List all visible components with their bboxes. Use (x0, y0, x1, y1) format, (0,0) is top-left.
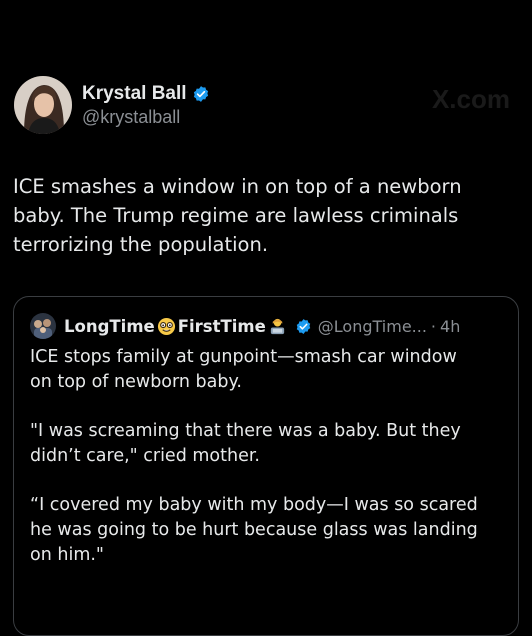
tweet-author[interactable]: Krystal Ball @krystalball (14, 76, 210, 134)
quote-display-name[interactable]: LongTime FirstTime (64, 317, 289, 336)
quote-separator: · (430, 316, 437, 336)
quote-name-part-2: FirstTime (177, 316, 266, 336)
nerd-face-emoji-icon (157, 317, 176, 336)
quote-tweet-card[interactable]: LongTime FirstTime @LongTime... · 4h ICE… (13, 296, 519, 636)
watermark: X.com (431, 84, 510, 114)
quote-body: ICE stops family at gunpoint—smash car w… (30, 345, 510, 592)
quote-timestamp[interactable]: 4h (440, 317, 460, 336)
quote-header: LongTime FirstTime @LongTime... · 4h (30, 313, 460, 339)
tweet-text: ICE smashes a window in on top of a newb… (13, 175, 462, 256)
quote-handle[interactable]: @LongTime... (318, 317, 427, 336)
verified-badge-icon (295, 318, 312, 335)
display-name[interactable]: Krystal Ball (82, 83, 187, 105)
technologist-emoji-icon (268, 317, 287, 336)
avatar[interactable] (14, 76, 72, 134)
quote-paragraph: "I was screaming that there was a baby. … (30, 421, 461, 466)
handle[interactable]: @krystalball (82, 107, 210, 128)
quote-paragraph: “I covered my baby with my body—I was so… (30, 495, 478, 565)
quote-paragraph: ICE stops family at gunpoint—smash car w… (30, 347, 457, 392)
verified-badge-icon (192, 85, 210, 103)
quote-name-part-1: LongTime (64, 316, 155, 336)
quote-avatar[interactable] (30, 313, 56, 339)
